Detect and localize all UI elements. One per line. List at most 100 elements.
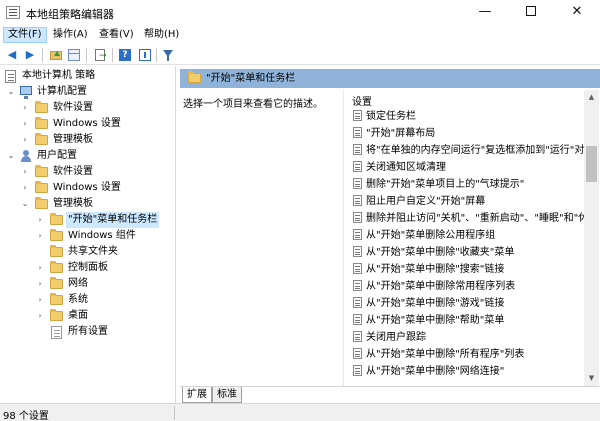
expand-right-icon[interactable]: › xyxy=(20,100,30,116)
expand-right-icon[interactable]: › xyxy=(35,276,45,292)
setting-row[interactable]: 删除并阻止访问"关机"、"重新启动"、"睡眠"和"休眠"命令 xyxy=(344,210,584,227)
folder-icon xyxy=(50,277,63,289)
forward-button[interactable]: ▶ xyxy=(22,47,38,63)
close-icon: ✕ xyxy=(571,4,583,19)
expand-right-icon[interactable]: › xyxy=(35,308,45,324)
scroll-down-arrow-icon[interactable]: ▼ xyxy=(584,371,599,386)
toolbar-separator xyxy=(156,48,157,62)
expand-right-icon[interactable]: › xyxy=(20,180,30,196)
setting-row[interactable]: 从"开始"菜单中删除"网络连接" xyxy=(344,363,584,380)
description-hint: 选择一个项目来查看它的描述。 xyxy=(183,99,323,110)
expand-right-icon[interactable]: › xyxy=(20,132,30,148)
settings-column-header[interactable]: 设置 xyxy=(352,93,372,108)
folder-open-icon xyxy=(188,71,201,83)
expand-down-icon[interactable]: ⌄ xyxy=(6,84,16,100)
policy-setting-icon xyxy=(353,229,362,240)
setting-row[interactable]: 从"开始"菜单中删除"游戏"链接 xyxy=(344,295,584,312)
close-button[interactable]: ✕ xyxy=(554,0,600,25)
setting-row[interactable]: 从"开始"菜单中删除"收藏夹"菜单 xyxy=(344,244,584,261)
folder-icon xyxy=(50,293,63,305)
view-tabs: 扩展 标准 xyxy=(180,386,600,403)
expand-right-icon[interactable]: › xyxy=(20,116,30,132)
maximize-icon xyxy=(526,5,536,16)
folder-icon xyxy=(35,133,48,145)
details-pane-title: "开始"菜单和任务栏 xyxy=(206,73,296,84)
menu-action[interactable]: 操作(A) xyxy=(48,27,93,43)
status-divider xyxy=(174,406,175,420)
setting-row[interactable]: 从"开始"菜单中删除常用程序列表 xyxy=(344,278,584,295)
expand-right-icon[interactable]: › xyxy=(35,292,45,308)
settings-list: 锁定任务栏 "开始"屏幕布局 将"在单独的内存空间运行"复选框添加到"运行"对话… xyxy=(344,108,584,386)
settings-count: 98 个设置 xyxy=(3,411,49,421)
policy-setting-icon xyxy=(353,144,362,155)
setting-row[interactable]: 删除"开始"菜单项目上的"气球提示" xyxy=(344,176,584,193)
document-icon xyxy=(51,326,62,339)
folder-icon xyxy=(50,229,63,241)
folder-icon xyxy=(35,101,48,113)
up-one-level-button[interactable] xyxy=(48,47,64,63)
tab-standard[interactable]: 标准 xyxy=(212,387,242,403)
computer-icon xyxy=(20,86,32,99)
expand-right-icon[interactable]: › xyxy=(35,228,45,244)
expand-right-icon[interactable]: › xyxy=(35,212,45,228)
policy-setting-icon xyxy=(353,127,362,138)
expand-right-icon[interactable]: › xyxy=(20,164,30,180)
scrollbar-thumb[interactable] xyxy=(586,146,597,183)
setting-row[interactable]: 阻止用户自定义"开始"屏幕 xyxy=(344,193,584,210)
back-button[interactable]: ◀ xyxy=(4,47,20,63)
help-button[interactable]: ? xyxy=(117,47,133,63)
properties-button[interactable] xyxy=(137,47,153,63)
properties-icon xyxy=(139,49,151,61)
policy-setting-icon xyxy=(353,212,362,223)
setting-row[interactable]: 关闭通知区域清理 xyxy=(344,159,584,176)
setting-row[interactable]: 将"在单独的内存空间运行"复选框添加到"运行"对话框 xyxy=(344,142,584,159)
navigation-tree: 本地计算机 策略 ⌄ 计算机配置 › 软件设置 › Windows 设置 › 管… xyxy=(0,66,176,403)
title-bar: 本地组策略编辑器 — ✕ xyxy=(0,0,600,25)
window-title: 本地组策略编辑器 xyxy=(26,8,114,21)
policy-setting-icon xyxy=(353,263,362,274)
policy-setting-icon xyxy=(353,110,362,121)
setting-row[interactable]: 从"开始"菜单中删除"所有程序"列表 xyxy=(344,346,584,363)
setting-row[interactable]: 从"开始"菜单中删除"搜索"链接 xyxy=(344,261,584,278)
show-hide-tree-button[interactable] xyxy=(66,47,82,63)
policy-setting-icon xyxy=(353,246,362,257)
setting-row[interactable]: 锁定任务栏 xyxy=(344,108,584,125)
vertical-scrollbar[interactable]: ▲ ▼ xyxy=(584,90,599,386)
setting-row[interactable]: 关闭用户跟踪 xyxy=(344,329,584,346)
expand-down-icon[interactable]: ⌄ xyxy=(6,148,16,164)
folder-icon xyxy=(50,245,63,257)
menu-file[interactable]: 文件(F) xyxy=(3,27,47,43)
policy-setting-icon xyxy=(353,280,362,291)
menu-view[interactable]: 查看(V) xyxy=(94,27,139,43)
folder-icon xyxy=(35,117,48,129)
toolbar-separator xyxy=(42,48,43,62)
policy-setting-icon xyxy=(353,195,362,206)
policy-setting-icon xyxy=(353,365,362,376)
policy-setting-icon xyxy=(353,297,362,308)
folder-icon xyxy=(35,181,48,193)
folder-icon xyxy=(50,261,63,273)
setting-row[interactable]: "开始"屏幕布局 xyxy=(344,125,584,142)
expand-down-icon[interactable]: ⌄ xyxy=(20,196,30,212)
maximize-button[interactable] xyxy=(508,0,554,25)
tab-extended[interactable]: 扩展 xyxy=(182,387,212,403)
expand-right-icon[interactable]: › xyxy=(35,260,45,276)
menu-bar: 文件(F) 操作(A) 查看(V) 帮助(H) xyxy=(0,25,600,45)
policy-setting-icon xyxy=(353,314,362,325)
setting-row[interactable]: 从"开始"菜单删除公用程序组 xyxy=(344,227,584,244)
toolbar-separator xyxy=(112,48,113,62)
toolbar: ◀ ▶ ? xyxy=(0,45,600,65)
setting-row[interactable]: 从"开始"菜单中删除"帮助"菜单 xyxy=(344,312,584,329)
user-icon xyxy=(20,150,32,162)
toolbar-separator xyxy=(86,48,87,62)
folder-icon xyxy=(50,213,63,225)
filter-button[interactable] xyxy=(160,47,176,63)
menu-help[interactable]: 帮助(H) xyxy=(139,27,184,43)
folder-open-icon xyxy=(35,197,48,209)
policy-setting-icon xyxy=(353,348,362,359)
folder-up-icon xyxy=(50,51,62,60)
scroll-up-arrow-icon[interactable]: ▲ xyxy=(584,90,599,105)
minimize-button[interactable]: — xyxy=(462,0,508,25)
folder-icon xyxy=(35,165,48,177)
export-list-button[interactable] xyxy=(92,47,108,64)
